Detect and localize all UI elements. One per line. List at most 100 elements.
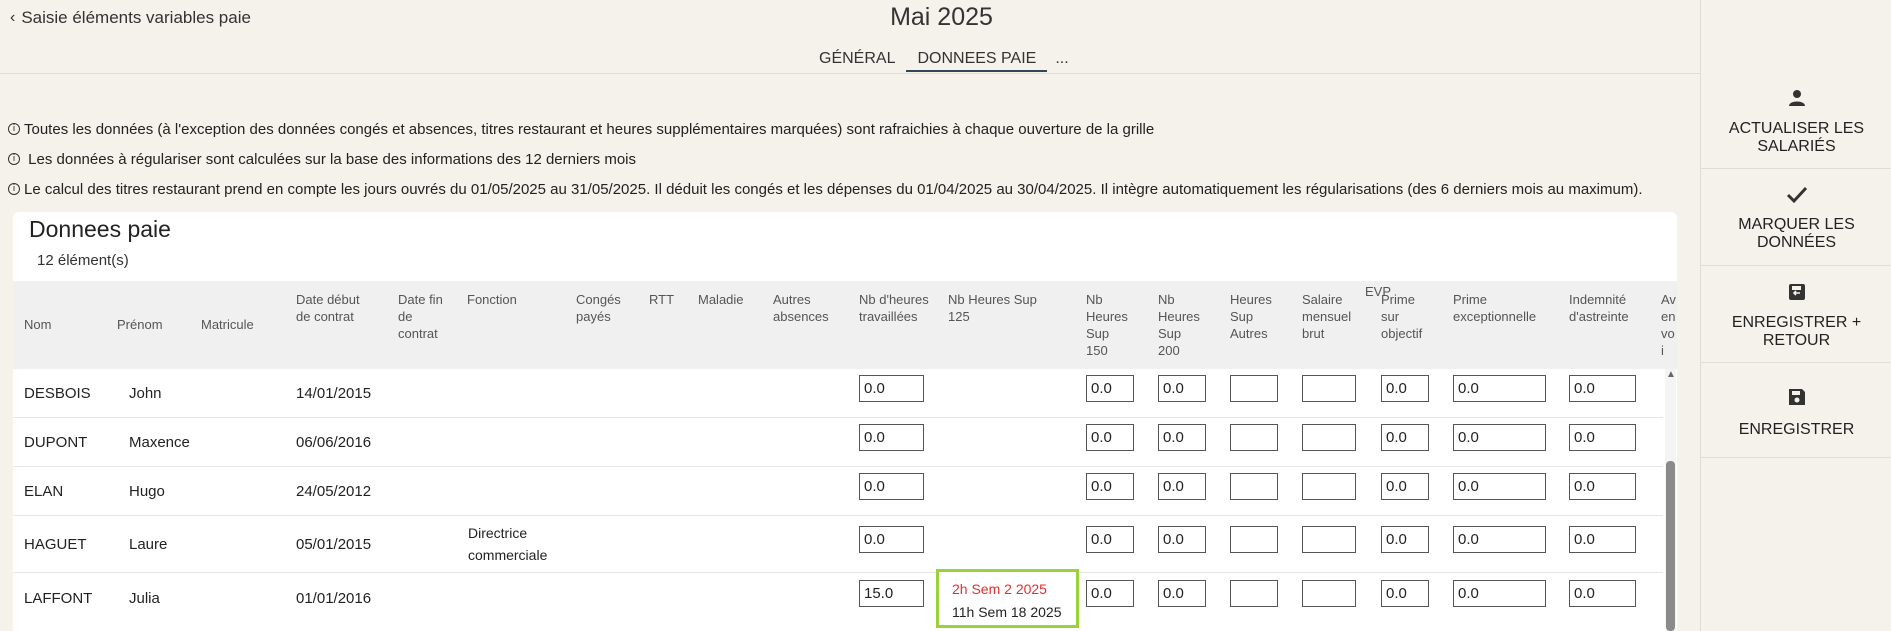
element-count: 12 élément(s) [37, 252, 129, 269]
table-row: DESBOIS John 14/01/2015 0.0 0.0 0.0 0.0 … [13, 369, 1663, 418]
salaire-input[interactable] [1302, 526, 1356, 553]
col-conges[interactable]: Congés payés [576, 291, 631, 325]
tab-general[interactable]: GÉNÉRAL [808, 50, 906, 72]
hs125-line-2: 11h Sem 18 2025 [952, 604, 1062, 620]
marquer-label: MARQUER LES DONNÉES [1738, 216, 1855, 251]
salaire-input[interactable] [1302, 580, 1356, 607]
prime-objectif-input[interactable]: 0.0 [1381, 473, 1429, 500]
cell-date-debut: 14/01/2015 [296, 385, 372, 402]
prime-exceptionnelle-input[interactable]: 0.0 [1453, 473, 1546, 500]
salaire-input[interactable] [1302, 424, 1356, 451]
cell-prenom: Julia [129, 590, 160, 607]
hs200-input[interactable]: 0.0 [1158, 424, 1206, 451]
hs200-input[interactable]: 0.0 [1158, 526, 1206, 553]
astreinte-input[interactable]: 0.0 [1569, 424, 1636, 451]
col-rtt[interactable]: RTT [649, 291, 674, 308]
astreinte-input[interactable]: 0.0 [1569, 375, 1636, 402]
vertical-scrollbar[interactable]: ▲ [1665, 369, 1676, 631]
nb-heures-input[interactable]: 0.0 [859, 526, 924, 553]
hs-autres-input[interactable] [1230, 526, 1278, 553]
cell-prenom: Hugo [129, 483, 165, 500]
hs150-input[interactable]: 0.0 [1086, 375, 1134, 402]
prime-exceptionnelle-input[interactable]: 0.0 [1453, 526, 1546, 553]
cell-date-debut: 06/06/2016 [296, 434, 372, 451]
table-header: EVP Nom Prénom Matricule Date début de c… [13, 281, 1677, 369]
table-row: DUPONT Maxence 06/06/2016 0.0 0.0 0.0 0.… [13, 418, 1663, 467]
col-hs125[interactable]: Nb Heures Sup 125 [948, 291, 1058, 325]
enregistrer-label: ENREGISTRER [1738, 421, 1855, 438]
info-text: Les données à régulariser sont calculées… [24, 150, 636, 168]
hs-autres-input[interactable] [1230, 375, 1278, 402]
nb-heures-input[interactable]: 0.0 [859, 424, 924, 451]
enregistrer-retour-button[interactable]: ENREGISTRER + RETOUR [1701, 266, 1891, 363]
col-maladie[interactable]: Maladie [698, 291, 744, 308]
col-matricule[interactable]: Matricule [201, 316, 254, 333]
info-line: i Toutes les données (à l'exception des … [8, 114, 1642, 144]
col-hs200[interactable]: Nb Heures Sup 200 [1158, 291, 1206, 359]
salaire-input[interactable] [1302, 375, 1356, 402]
col-nb-heures[interactable]: Nb d'heures travaillées [859, 291, 929, 325]
col-fonction[interactable]: Fonction [467, 291, 517, 308]
tab-more[interactable]: ... [1047, 50, 1079, 72]
marquer-donnees-button[interactable]: MARQUER LES DONNÉES [1701, 169, 1891, 266]
prime-objectif-input[interactable]: 0.0 [1381, 424, 1429, 451]
prime-objectif-input[interactable]: 0.0 [1381, 526, 1429, 553]
hs150-input[interactable]: 0.0 [1086, 580, 1134, 607]
heures-sup-125-highlight[interactable]: 2h Sem 2 2025 11h Sem 18 2025 [936, 569, 1079, 628]
prime-exceptionnelle-input[interactable]: 0.0 [1453, 424, 1546, 451]
col-prime-objectif[interactable]: Prime sur objectif [1381, 291, 1431, 342]
hs200-input[interactable]: 0.0 [1158, 473, 1206, 500]
info-text: Le calcul des titres restaurant prend en… [24, 180, 1643, 198]
hs200-input[interactable]: 0.0 [1158, 580, 1206, 607]
enregistrer-button[interactable]: ENREGISTRER [1701, 363, 1891, 458]
cell-nom: HAGUET [24, 536, 87, 553]
tab-donnees-paie[interactable]: DONNEES PAIE [906, 50, 1048, 72]
col-prenom[interactable]: Prénom [117, 316, 163, 333]
nb-heures-input[interactable]: 15.0 [859, 580, 924, 607]
col-date-fin[interactable]: Date fin de contrat [398, 291, 450, 342]
cell-date-debut: 24/05/2012 [296, 483, 372, 500]
col-avantage[interactable]: Av en voi [1661, 291, 1677, 359]
hs200-input[interactable]: 0.0 [1158, 375, 1206, 402]
hs-autres-input[interactable] [1230, 473, 1278, 500]
prime-objectif-input[interactable]: 0.0 [1381, 580, 1429, 607]
check-icon [1786, 186, 1807, 204]
scrollbar-thumb[interactable] [1666, 461, 1675, 631]
page-title: Mai 2025 [890, 3, 993, 31]
info-icon: i [8, 123, 20, 135]
actualiser-salaries-button[interactable]: ACTUALISER LES SALARIÉS [1701, 74, 1891, 169]
col-astreinte[interactable]: Indemnité d'astreinte [1569, 291, 1645, 325]
astreinte-input[interactable]: 0.0 [1569, 580, 1636, 607]
prime-exceptionnelle-input[interactable]: 0.0 [1453, 580, 1546, 607]
col-autres-absences[interactable]: Autres absences [773, 291, 837, 325]
nb-heures-input[interactable]: 0.0 [859, 375, 924, 402]
nb-heures-input[interactable]: 0.0 [859, 473, 924, 500]
prime-exceptionnelle-input[interactable]: 0.0 [1453, 375, 1546, 402]
actualiser-label: ACTUALISER LES SALARIÉS [1728, 120, 1865, 155]
col-hs-autres[interactable]: Heures Sup Autres [1230, 291, 1278, 342]
col-hs150[interactable]: Nb Heures Sup 150 [1086, 291, 1134, 359]
person-icon [1788, 90, 1805, 106]
info-icon: i [8, 183, 20, 195]
astreinte-input[interactable]: 0.0 [1569, 526, 1636, 553]
col-date-debut[interactable]: Date début de contrat [296, 291, 368, 325]
col-prime-exceptionnelle[interactable]: Prime exceptionnelle [1453, 291, 1553, 325]
table-row: HAGUET Laure 05/01/2015 Directrice comme… [13, 516, 1663, 573]
hs150-input[interactable]: 0.0 [1086, 424, 1134, 451]
hs150-input[interactable]: 0.0 [1086, 526, 1134, 553]
hs150-input[interactable]: 0.0 [1086, 473, 1134, 500]
hs-autres-input[interactable] [1230, 424, 1278, 451]
cell-nom: LAFFONT [24, 590, 93, 607]
col-salaire[interactable]: Salaire mensuel brut [1302, 291, 1358, 342]
table-row: LAFFONT Julia 01/01/2016 15.0 0.0 0.0 0.… [13, 573, 1663, 631]
hs125-line-1: 2h Sem 2 2025 [952, 581, 1047, 597]
astreinte-input[interactable]: 0.0 [1569, 473, 1636, 500]
salaire-input[interactable] [1302, 473, 1356, 500]
table-row: ELAN Hugo 24/05/2012 0.0 0.0 0.0 0.0 0.0… [13, 467, 1663, 516]
action-panel: ACTUALISER LES SALARIÉS MARQUER LES DONN… [1700, 0, 1891, 631]
prime-objectif-input[interactable]: 0.0 [1381, 375, 1429, 402]
scroll-up-arrow-icon[interactable]: ▲ [1666, 369, 1676, 380]
hs-autres-input[interactable] [1230, 580, 1278, 607]
col-nom[interactable]: Nom [24, 316, 51, 333]
cell-fonction: Directrice commerciale [468, 525, 548, 563]
